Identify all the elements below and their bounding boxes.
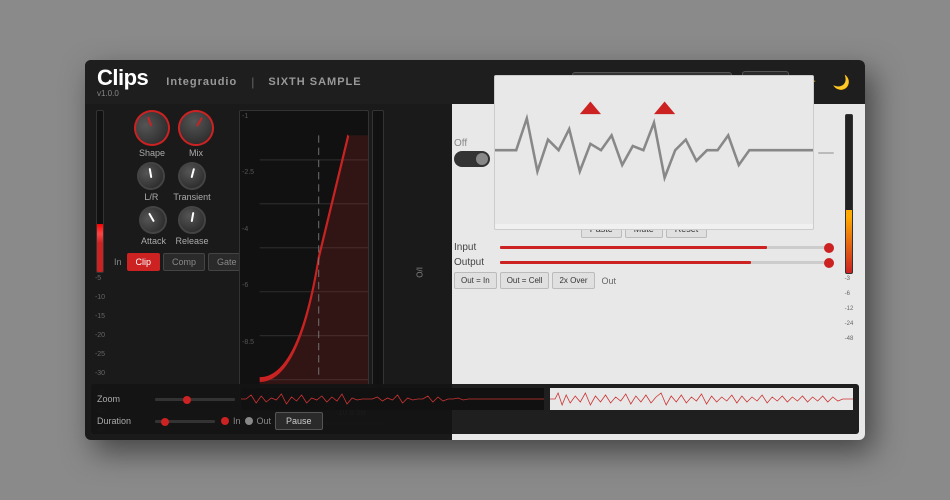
right-vu-meter bbox=[818, 152, 834, 154]
app-title: Clips bbox=[97, 67, 148, 89]
input-slider-track[interactable] bbox=[500, 246, 834, 249]
out-indicator bbox=[245, 417, 253, 425]
toggle-knob bbox=[476, 153, 488, 165]
shape-label: Shape bbox=[139, 148, 165, 158]
zoom-thumb[interactable] bbox=[183, 396, 191, 404]
output-slider-thumb[interactable] bbox=[824, 258, 834, 268]
io-label: I/O bbox=[415, 267, 424, 278]
attack-label: Attack bbox=[141, 236, 166, 246]
graph-row: -1 -2.5 -4 -6 -8.5 -12 bbox=[239, 110, 384, 405]
knob-row-bottom: Attack Release bbox=[114, 206, 234, 246]
theme-dark-button[interactable]: 🌙 bbox=[830, 72, 853, 93]
lr-knob[interactable] bbox=[135, 160, 167, 192]
knob-row-top: Shape Mix bbox=[114, 110, 234, 158]
zoom-slider[interactable] bbox=[155, 398, 235, 401]
osc-toggle-switch[interactable] bbox=[454, 151, 490, 167]
pause-button[interactable]: Pause bbox=[275, 412, 323, 430]
off-label: Off bbox=[454, 138, 467, 149]
output-label: Output bbox=[454, 257, 494, 268]
transient-knob[interactable] bbox=[175, 159, 209, 193]
bottom-section: Zoom bbox=[91, 384, 859, 434]
route-out-in-button[interactable]: Out = In bbox=[454, 272, 497, 289]
brand1: Integraudio bbox=[166, 76, 237, 88]
out-label-right: Out bbox=[602, 276, 617, 286]
out-label: Out bbox=[257, 416, 272, 426]
attack-knob[interactable] bbox=[134, 201, 172, 239]
input-slider-fill bbox=[500, 246, 767, 249]
duration-row: Duration In Out Pause bbox=[97, 412, 853, 430]
waveform-light bbox=[550, 388, 853, 410]
graph-box: -1 -2.5 -4 -6 -8.5 -12 bbox=[239, 110, 369, 405]
mix-knob-group: Mix bbox=[178, 110, 214, 158]
logo-area: Clips v1.0.0 bbox=[97, 67, 148, 98]
input-slider-row: Input bbox=[454, 242, 834, 253]
io-sliders: Input Output bbox=[454, 242, 834, 268]
app-version: v1.0.0 bbox=[97, 89, 148, 98]
osc-waveform bbox=[495, 76, 813, 224]
plugin-content: Clips v1.0.0 Integraudio | SIXTH SAMPLE … bbox=[85, 60, 865, 440]
route-out-cell-button[interactable]: Out = Cell bbox=[500, 272, 550, 289]
far-right-vu-fill bbox=[846, 210, 852, 273]
zoom-row: Zoom bbox=[97, 388, 853, 410]
transient-label: Transient bbox=[173, 192, 210, 202]
release-knob[interactable] bbox=[176, 204, 208, 236]
mode-row: In Clip Comp Gate bbox=[114, 253, 234, 271]
mix-knob[interactable] bbox=[171, 103, 220, 152]
brand-divider: | bbox=[251, 75, 254, 89]
vu-fill bbox=[97, 224, 103, 272]
shape-knob-group: Shape bbox=[134, 110, 170, 158]
output-slider-row: Output bbox=[454, 257, 834, 268]
input-slider-thumb[interactable] bbox=[824, 243, 834, 253]
vu-meter-bar bbox=[96, 110, 104, 273]
lr-label: L/R bbox=[144, 192, 158, 202]
in-indicator bbox=[221, 417, 229, 425]
release-label: Release bbox=[175, 236, 208, 246]
oscilloscope-display bbox=[494, 75, 814, 230]
in-label: In bbox=[114, 257, 122, 267]
far-right-vu-scale: -3 -6 -12 -24 -48 bbox=[845, 276, 854, 342]
duration-label: Duration bbox=[97, 416, 149, 426]
mix-label: Mix bbox=[189, 148, 203, 158]
route-2x-over-button[interactable]: 2x Over bbox=[552, 272, 594, 289]
osc-controls: Off bbox=[454, 138, 490, 167]
zoom-label: Zoom bbox=[97, 394, 149, 404]
in-label: In bbox=[233, 416, 241, 426]
shape-knob[interactable] bbox=[129, 105, 175, 151]
brand2: SIXTH SAMPLE bbox=[268, 76, 361, 88]
playback-controls: In Out Pause bbox=[221, 412, 323, 430]
graph-grid bbox=[240, 111, 368, 404]
transient-knob-group: Transient bbox=[173, 162, 210, 202]
duration-thumb[interactable] bbox=[161, 418, 169, 426]
attack-knob-group: Attack bbox=[139, 206, 167, 246]
comp-button[interactable]: Comp bbox=[163, 253, 205, 271]
output-slider-track[interactable] bbox=[500, 261, 834, 264]
release-knob-group: Release bbox=[175, 206, 208, 246]
waveform-dark bbox=[241, 388, 544, 410]
lr-knob-group: L/R bbox=[137, 162, 165, 202]
far-right-vu bbox=[845, 114, 853, 274]
plugin-window: Clips v1.0.0 Integraudio | SIXTH SAMPLE … bbox=[85, 60, 865, 440]
input-label: Input bbox=[454, 242, 494, 253]
output-slider-fill bbox=[500, 261, 751, 264]
waveform-dark-svg bbox=[241, 388, 544, 410]
duration-slider[interactable] bbox=[155, 420, 215, 423]
vertical-threshold-slider[interactable] bbox=[372, 110, 384, 405]
routing-row: Out = In Out = Cell 2x Over Out bbox=[454, 272, 834, 289]
knob-row-mid: L/R Transient bbox=[114, 162, 234, 202]
clip-button[interactable]: Clip bbox=[127, 253, 161, 271]
oscilloscope-row: Off bbox=[454, 110, 834, 195]
waveform-light-svg bbox=[550, 388, 853, 410]
